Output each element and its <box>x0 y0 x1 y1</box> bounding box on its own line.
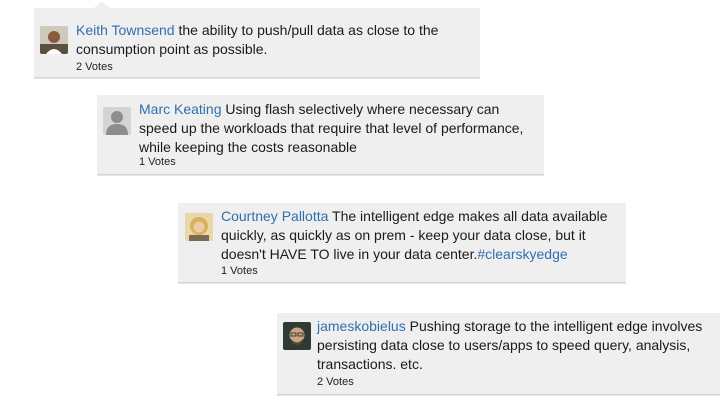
comment-author-link[interactable]: jameskobielus <box>317 318 406 334</box>
comment-text: Marc Keating Using flash selectively whe… <box>139 100 539 157</box>
user-avatar[interactable] <box>40 26 68 54</box>
comment-author-link[interactable]: Keith Townsend <box>76 22 175 38</box>
user-avatar[interactable] <box>185 213 213 241</box>
vote-count: 2 Votes <box>76 61 113 73</box>
comment-author-link[interactable]: Marc Keating <box>139 101 221 117</box>
comment-text: jameskobielus Pushing storage to the int… <box>317 317 717 374</box>
user-avatar[interactable] <box>283 322 311 350</box>
user-avatar[interactable] <box>103 107 131 135</box>
hashtag-link[interactable]: #clearskyedge <box>477 246 567 262</box>
comment-text: Courtney Pallotta The intelligent edge m… <box>221 207 621 264</box>
vote-count: 1 Votes <box>221 265 258 277</box>
comment-card: Marc Keating Using flash selectively whe… <box>97 95 544 175</box>
vote-count: 2 Votes <box>317 376 354 388</box>
comment-card: Keith Townsend the ability to push/pull … <box>34 1 480 78</box>
comment-card: Courtney Pallotta The intelligent edge m… <box>178 203 626 283</box>
comment-card: jameskobielus Pushing storage to the int… <box>277 313 720 395</box>
vote-count: 1 Votes <box>139 156 176 168</box>
comment-text: Keith Townsend the ability to push/pull … <box>76 21 476 59</box>
card-pointer <box>94 1 110 8</box>
comment-author-link[interactable]: Courtney Pallotta <box>221 208 328 224</box>
